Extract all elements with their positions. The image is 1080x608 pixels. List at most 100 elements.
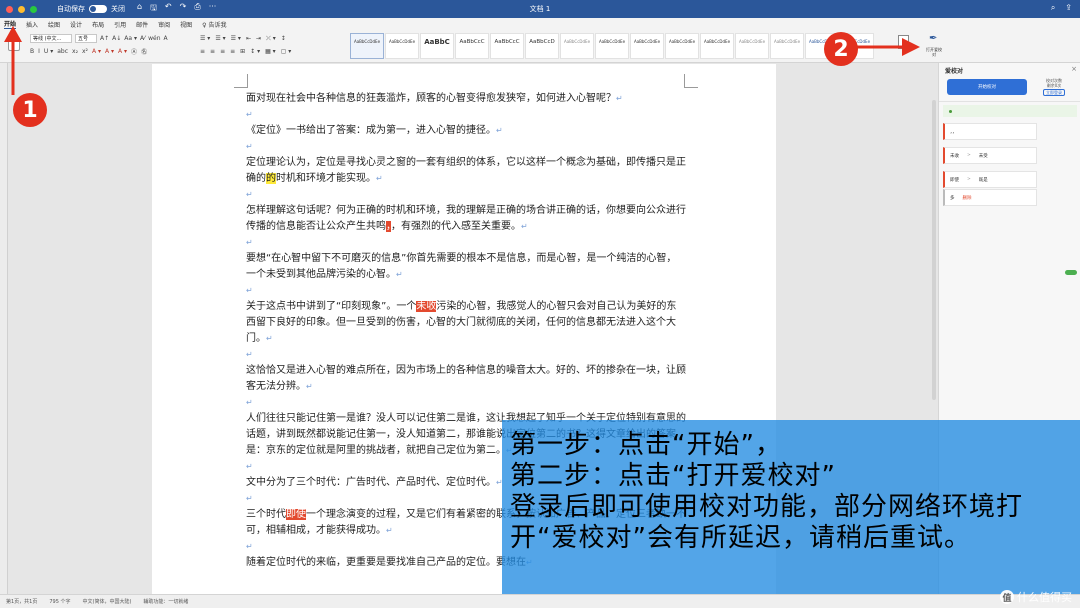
tab-9[interactable]: ♀ 告诉我: [202, 20, 226, 29]
start-proofreading-button[interactable]: 开始校对: [947, 79, 1027, 95]
style-card[interactable]: AaBbCcDdEe: [560, 33, 594, 59]
watermark: 值 什么值得买: [1000, 589, 1072, 605]
font-name-select[interactable]: 等线 (中文...: [30, 34, 72, 43]
style-card[interactable]: AaBbCcDdEe: [385, 33, 419, 59]
font-format-button[interactable]: I: [38, 47, 40, 56]
style-card[interactable]: AaBbCcDdEe: [630, 33, 664, 59]
style-preview: AaBbCcC: [459, 39, 485, 45]
title-right-icon[interactable]: ⌕: [1051, 3, 1055, 13]
text-run: 文中分为了三个时代：广告时代、产品时代、定位时代。: [246, 477, 496, 488]
tab-7[interactable]: 审阅: [158, 20, 170, 29]
panel-close-icon[interactable]: ×: [1071, 65, 1077, 73]
font-format-button[interactable]: U ▾: [44, 47, 53, 56]
font-tool-button[interactable]: A↑: [100, 34, 109, 43]
font-format-button[interactable]: A ▾: [92, 47, 101, 56]
tab-5[interactable]: 引用: [114, 20, 126, 29]
font-format-button[interactable]: ㊔: [141, 47, 147, 56]
paragraph-tool-button[interactable]: ☰ ▾: [215, 34, 225, 43]
quick-access-icon[interactable]: ⎙: [194, 2, 200, 16]
paragraph-align-button[interactable]: ↕ ▾: [250, 47, 260, 56]
autosave-state: 关闭: [111, 5, 125, 13]
font-format-button[interactable]: x₂: [72, 47, 78, 56]
styles-pane-icon: [898, 35, 909, 49]
font-format-button[interactable]: A ▾: [118, 47, 127, 56]
paragraph-mark-icon: ↵: [386, 526, 393, 535]
font-format-button[interactable]: x²: [82, 47, 88, 56]
suggestion-card[interactable]: 未收 > 未受: [943, 147, 1037, 164]
tab-0[interactable]: 开始: [4, 19, 17, 29]
setting-toggle[interactable]: [1065, 270, 1077, 275]
close-window-button[interactable]: [6, 5, 13, 13]
highlighted-text: 的: [266, 173, 276, 184]
style-card[interactable]: AaBbCcC: [490, 33, 524, 59]
paragraph-tool-button[interactable]: ⤫ ▾: [266, 34, 276, 43]
font-tool-button[interactable]: A⁄: [140, 34, 145, 43]
paragraph-tool-button[interactable]: ☰ ▾: [231, 34, 241, 43]
paragraph-align-button[interactable]: ≡: [230, 47, 235, 56]
tab-6[interactable]: 邮件: [136, 20, 148, 29]
suggestion-card[interactable]: 即使 > 既是: [943, 171, 1037, 188]
style-card[interactable]: AaBbC: [420, 33, 454, 59]
tab-4[interactable]: 布局: [92, 20, 104, 29]
tab-3[interactable]: 设计: [70, 20, 82, 29]
quick-access-icon[interactable]: 🖫: [150, 2, 157, 16]
zoom-window-button[interactable]: [30, 5, 37, 13]
title-right-icons: ⌕ ⇪: [1051, 3, 1072, 13]
tab-1[interactable]: 插入: [26, 20, 38, 29]
style-card[interactable]: AaBbCcD: [525, 33, 559, 59]
style-card[interactable]: AaBbCcDdEe: [665, 33, 699, 59]
style-card[interactable]: AaBbCcDdEe: [700, 33, 734, 59]
title-right-icon[interactable]: ⇪: [1065, 3, 1072, 13]
quick-access-icon[interactable]: ↶: [165, 2, 172, 16]
document-scrollbar[interactable]: [932, 100, 936, 400]
font-format-button[interactable]: Ⓐ: [131, 47, 137, 56]
login-button[interactable]: 立即登录: [1043, 89, 1065, 96]
document-paragraph: 关于这点书中讲到了“印刻现象”。一个未收污染的心智，我感觉人的心智只会对自己认为…: [246, 299, 686, 347]
quick-access-icon[interactable]: ⌂: [137, 2, 142, 16]
styles-pane-button[interactable]: [895, 35, 913, 57]
step-badge-1: 1: [13, 93, 47, 127]
autosave-toggle[interactable]: [89, 5, 107, 13]
font-tool-button[interactable]: A↓: [112, 34, 121, 43]
paragraph-tool-button[interactable]: ↕: [281, 34, 286, 43]
paragraph-mark-icon: ↵: [246, 542, 253, 551]
font-format-button[interactable]: B: [30, 47, 34, 56]
suggestion-card[interactable]: 多 删除: [943, 189, 1037, 206]
paragraph-align-button[interactable]: ▢ ▾: [281, 47, 292, 56]
minimize-window-button[interactable]: [18, 5, 25, 13]
suggestion-action[interactable]: 删除: [963, 195, 972, 201]
font-format-button[interactable]: A ▾: [105, 47, 114, 56]
paragraph-align-button[interactable]: ⊞: [240, 47, 245, 56]
style-card[interactable]: AaBbCcC: [455, 33, 489, 59]
paragraph-mark-icon: ↵: [496, 126, 503, 135]
font-tool-button[interactable]: A: [164, 34, 168, 43]
font-tool-button[interactable]: Aa ▾: [124, 34, 137, 43]
font-tool-button[interactable]: wén: [148, 34, 160, 43]
quick-access-icon[interactable]: ↷: [180, 2, 187, 16]
quick-access-icon[interactable]: ···: [209, 2, 217, 16]
vertical-ruler: [0, 63, 8, 594]
style-card[interactable]: AaBbCcDdEe: [735, 33, 769, 59]
style-card[interactable]: AaBbCcDdEe: [770, 33, 804, 59]
document-paragraph: 这恰恰又是进入心智的难点所在，因为市场上的各种信息的噪音太大。好的、坏的掺杂在一…: [246, 363, 686, 395]
paste-button[interactable]: [5, 35, 23, 57]
font-format-button[interactable]: abc: [57, 47, 68, 56]
style-card[interactable]: AaBbCcDdEe: [595, 33, 629, 59]
paragraph-tool-button[interactable]: ⇤: [246, 34, 251, 43]
font-size-select[interactable]: 五号: [75, 34, 97, 43]
tab-2[interactable]: 绘图: [48, 20, 60, 29]
style-card[interactable]: AaBbCcDdEe: [350, 33, 384, 59]
paragraph-align-button[interactable]: ≡: [220, 47, 225, 56]
paragraph-align-button[interactable]: ▦ ▾: [265, 47, 276, 56]
autosave-label: 自动保存: [57, 5, 85, 13]
paragraph-mark-icon: ↵: [266, 334, 273, 343]
paragraph-tool-button[interactable]: ⇥: [256, 34, 261, 43]
suggestion-card[interactable]: ，，: [943, 123, 1037, 140]
tab-8[interactable]: 视图: [180, 20, 192, 29]
style-preview: AaBbCcDdEe: [703, 39, 731, 44]
paragraph-align-button[interactable]: ≡: [200, 47, 205, 56]
style-preview: AaBbCcDdEe: [738, 39, 766, 44]
paragraph-tool-button[interactable]: ☰ ▾: [200, 34, 210, 43]
open-aijiaodui-button[interactable]: ✒ 打开爱校对: [925, 33, 943, 61]
paragraph-align-button[interactable]: ≡: [210, 47, 215, 56]
